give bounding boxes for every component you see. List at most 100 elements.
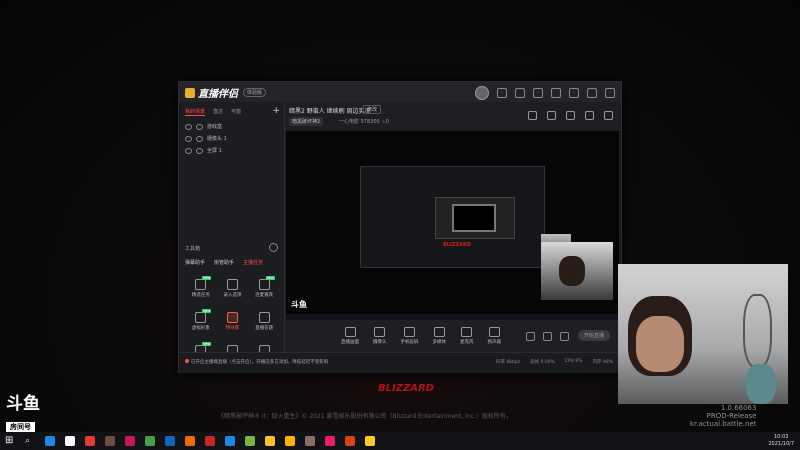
visibility-icon[interactable] <box>185 135 192 142</box>
taskbar-app-icon[interactable] <box>205 436 215 446</box>
tool-item[interactable]: 特效库 <box>217 312 249 331</box>
new-tag: NEW <box>202 276 212 280</box>
nested-capture-3 <box>452 204 496 232</box>
lock-icon[interactable] <box>566 111 575 120</box>
taskbar-app-icon[interactable] <box>65 436 75 446</box>
add-source-button[interactable]: + <box>272 106 280 116</box>
settings-icon[interactable] <box>560 332 569 341</box>
taskbar-app-icon[interactable] <box>345 436 355 446</box>
tool-label: 连麦嘉宾 <box>255 293 274 298</box>
streamer-face <box>636 316 684 372</box>
new-tag: NEW <box>265 276 275 280</box>
source-label: 游戏盒 <box>207 124 223 130</box>
maximize-icon[interactable] <box>587 88 597 98</box>
tab-possible[interactable]: 可能 <box>231 108 241 116</box>
webcam-overlay <box>618 264 788 404</box>
server-address: kr.actual.battle.net <box>690 420 757 428</box>
audio-settings-icon[interactable] <box>543 332 552 341</box>
tool-item[interactable]: NEW 连麦嘉宾 <box>248 276 280 298</box>
skin-icon[interactable] <box>533 88 543 98</box>
lock-icon[interactable] <box>196 135 203 142</box>
lock-icon[interactable] <box>196 123 203 130</box>
message-icon[interactable] <box>497 88 507 98</box>
visibility-icon[interactable] <box>185 123 192 130</box>
media-button[interactable]: 多媒体 <box>433 327 446 345</box>
close-icon[interactable] <box>605 88 615 98</box>
source-item[interactable]: 游戏盒 <box>185 123 222 130</box>
taskbar-app-icon[interactable] <box>185 436 195 446</box>
taskbar-app-icon[interactable] <box>265 436 275 446</box>
barrage-assistant-link[interactable]: 弹幕助手 <box>185 259 205 266</box>
preview-douyu-logo: 斗鱼 <box>291 300 307 309</box>
microphone-button[interactable]: 麦克风 <box>460 327 474 345</box>
taskbar-app-icon[interactable] <box>245 436 255 446</box>
camera-button[interactable]: 摄像头 <box>373 327 387 345</box>
tool-item[interactable]: NEW 虚拟形象 <box>185 309 217 331</box>
tool-item[interactable]: NEW 精选任务 <box>185 276 217 298</box>
taskbar-app-icon[interactable] <box>225 436 235 446</box>
blizzard-logo: BLIZZARD <box>378 383 434 394</box>
lamp <box>743 294 772 368</box>
start-icon[interactable]: ⊞ <box>5 436 15 446</box>
tool-label: 精选任务 <box>191 293 210 298</box>
edit-title-button[interactable]: 修改 <box>363 105 382 114</box>
tool-item[interactable]: 直播答题 <box>248 312 280 331</box>
viewer-count: 0 <box>385 119 389 125</box>
chat-icon[interactable] <box>547 111 556 120</box>
visibility-icon[interactable] <box>185 147 192 154</box>
record-video-icon[interactable] <box>526 332 535 341</box>
speaker-button[interactable]: 扬声器 <box>488 327 501 345</box>
taskbar-app-icon[interactable] <box>165 436 175 446</box>
tool-item[interactable]: 录入选项 <box>217 279 249 298</box>
menu-icon[interactable] <box>551 88 561 98</box>
more-tools-icon[interactable] <box>269 243 278 252</box>
room-admin-link[interactable]: 房管助手 <box>214 259 234 266</box>
start-live-button[interactable]: 开始直播 <box>578 330 611 341</box>
taskbar-app-icon[interactable] <box>125 436 135 446</box>
tab-scenes[interactable]: 我的场景 <box>185 108 206 116</box>
bell-icon[interactable] <box>585 111 594 120</box>
tab-direct[interactable]: 直达 <box>213 108 223 116</box>
minimize-icon[interactable] <box>569 88 579 98</box>
taskbar-app-icon[interactable] <box>45 436 55 446</box>
gift-icon[interactable] <box>528 111 537 120</box>
category-select[interactable]: 暗黑破坏神2 <box>289 117 324 126</box>
header-actions <box>528 111 613 120</box>
screen-capture-button[interactable]: 直播画面 <box>341 327 359 345</box>
taskbar-app-icon[interactable] <box>85 436 95 446</box>
system-clock[interactable]: 10:03 2021/10/7 <box>768 434 794 448</box>
taskbar-app-icon[interactable] <box>365 436 375 446</box>
taskbar-app-icon[interactable] <box>105 436 115 446</box>
title-bar: 直播伴侣 体验版 <box>179 82 621 102</box>
app-logo: 直播伴侣 <box>185 85 238 100</box>
share-icon[interactable] <box>604 111 613 120</box>
taskbar-app-icon[interactable] <box>145 436 155 446</box>
douyu-logo: 斗鱼 <box>6 394 40 414</box>
taskbar-app-icon[interactable] <box>325 436 335 446</box>
user-avatar[interactable] <box>475 86 489 100</box>
nested-blizzard-logo: BLIZZARD <box>443 242 471 248</box>
app-name: 直播伴侣 <box>198 89 238 100</box>
phone-icon <box>404 327 415 337</box>
source-item[interactable]: 全屏 1 <box>185 147 222 154</box>
stream-preview[interactable]: BLIZZARD 斗鱼 <box>286 131 619 320</box>
room-number: 578300 <box>360 119 380 125</box>
mail-icon[interactable] <box>515 88 525 98</box>
phone-cast-button[interactable]: 手机投屏 <box>401 327 419 345</box>
taskbar-app-icon[interactable] <box>285 436 295 446</box>
search-icon[interactable]: ⌕ <box>25 436 35 446</box>
lock-icon[interactable] <box>196 147 203 154</box>
bitrate-stat: 码率 0kbps <box>496 360 521 365</box>
version-badge[interactable]: 体验版 <box>243 88 267 97</box>
status-stats: 码率 0kbps 丢帧 0.00% CPU 9% 内存 48% <box>496 359 613 365</box>
mic-icon <box>461 327 473 337</box>
source-label: 全屏 1 <box>207 148 222 154</box>
windows-taskbar: ⊞ ⌕ <box>0 432 800 450</box>
plant <box>746 364 776 404</box>
version-number: 1.0.66063 <box>720 404 757 412</box>
host-task-link[interactable]: 主播任务 <box>243 259 263 266</box>
tool-label: 虚拟形象 <box>191 326 210 331</box>
taskbar-app-icon[interactable] <box>305 436 315 446</box>
source-item[interactable]: 摄像头 1 <box>185 135 227 142</box>
version-info: 1.0.66063 PROD-Release kr.actual.battle.… <box>690 404 756 428</box>
